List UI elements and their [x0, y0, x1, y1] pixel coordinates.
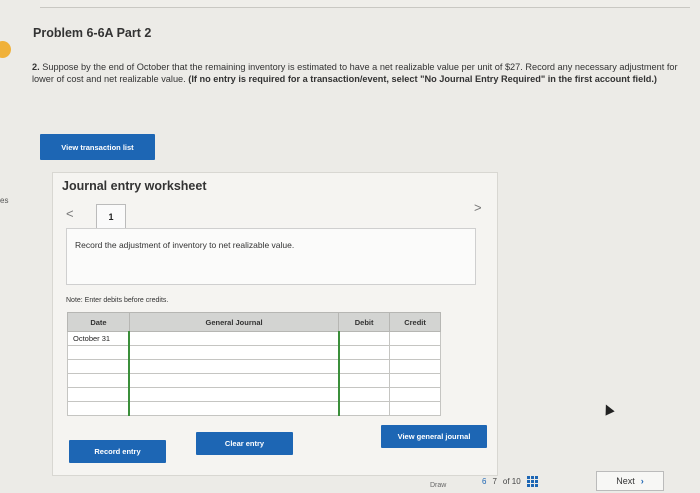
table-row: [67, 373, 441, 388]
table-row: [67, 387, 441, 402]
debit-cell[interactable]: [338, 401, 391, 416]
table-row: [67, 401, 441, 416]
clear-entry-button[interactable]: Clear entry: [196, 432, 293, 455]
side-nav-label: es: [0, 196, 9, 205]
question-text: 2. Suppose by the end of October that th…: [32, 61, 682, 85]
account-cell[interactable]: [128, 345, 340, 360]
worksheet-title: Journal entry worksheet: [62, 179, 207, 193]
record-entry-button[interactable]: Record entry: [69, 440, 166, 463]
page-current-number: 7: [492, 477, 497, 486]
record-instruction-box: [66, 228, 476, 285]
debit-cell[interactable]: [338, 373, 391, 388]
date-cell[interactable]: [67, 359, 130, 374]
date-cell[interactable]: [67, 345, 130, 360]
view-general-journal-button[interactable]: View general journal: [381, 425, 487, 448]
credit-cell[interactable]: [389, 331, 441, 346]
grid-icon[interactable]: [526, 476, 538, 487]
date-header: Date: [67, 312, 130, 332]
debit-cell[interactable]: [338, 387, 391, 402]
problem-title: Problem 6-6A Part 2: [33, 26, 152, 40]
page-prev-number[interactable]: 6: [482, 477, 486, 486]
account-cell[interactable]: [128, 401, 340, 416]
debit-header: Debit: [338, 312, 391, 332]
date-cell[interactable]: October 31: [67, 331, 130, 346]
credit-cell[interactable]: [389, 401, 441, 416]
progress-badge: [0, 41, 11, 58]
chevron-right-icon: ›: [640, 476, 644, 486]
question-instruction: (If no entry is required for a transacti…: [188, 74, 657, 84]
view-transaction-list-button[interactable]: View transaction list: [40, 134, 155, 160]
page-of-total: of 10: [502, 477, 521, 486]
credit-cell[interactable]: [389, 373, 441, 388]
next-button[interactable]: Next ›: [596, 471, 664, 491]
table-row: [67, 359, 441, 374]
mouse-cursor-icon: [601, 402, 615, 416]
debit-cell[interactable]: [338, 345, 391, 360]
account-cell[interactable]: [128, 373, 340, 388]
record-instruction-text: Record the adjustment of inventory to ne…: [75, 240, 295, 250]
credit-cell[interactable]: [389, 359, 441, 374]
debit-cell[interactable]: [338, 359, 391, 374]
credit-header: Credit: [389, 312, 441, 332]
table-row: October 31: [67, 331, 441, 346]
credit-cell[interactable]: [389, 345, 441, 360]
top-strip: [40, 0, 690, 8]
prev-entry-icon[interactable]: <: [66, 206, 74, 221]
account-cell[interactable]: [128, 359, 340, 374]
question-number: 2.: [32, 62, 40, 72]
account-cell[interactable]: [128, 331, 340, 346]
journal-table: Date General Journal Debit Credit Octobe…: [67, 312, 441, 416]
account-header: General Journal: [128, 312, 340, 332]
next-label: Next: [616, 476, 635, 486]
account-cell[interactable]: [128, 387, 340, 402]
date-cell[interactable]: [67, 401, 130, 416]
date-cell[interactable]: [67, 387, 130, 402]
question-pager: 6 7 of 10: [482, 476, 538, 487]
draw-label[interactable]: Draw: [430, 482, 446, 489]
entry-page-tab[interactable]: 1: [96, 204, 126, 230]
debit-credit-note: Note: Enter debits before credits.: [66, 297, 169, 304]
table-row: [67, 345, 441, 360]
credit-cell[interactable]: [389, 387, 441, 402]
debit-cell[interactable]: [338, 331, 391, 346]
next-entry-icon[interactable]: >: [474, 200, 482, 215]
date-cell[interactable]: [67, 373, 130, 388]
